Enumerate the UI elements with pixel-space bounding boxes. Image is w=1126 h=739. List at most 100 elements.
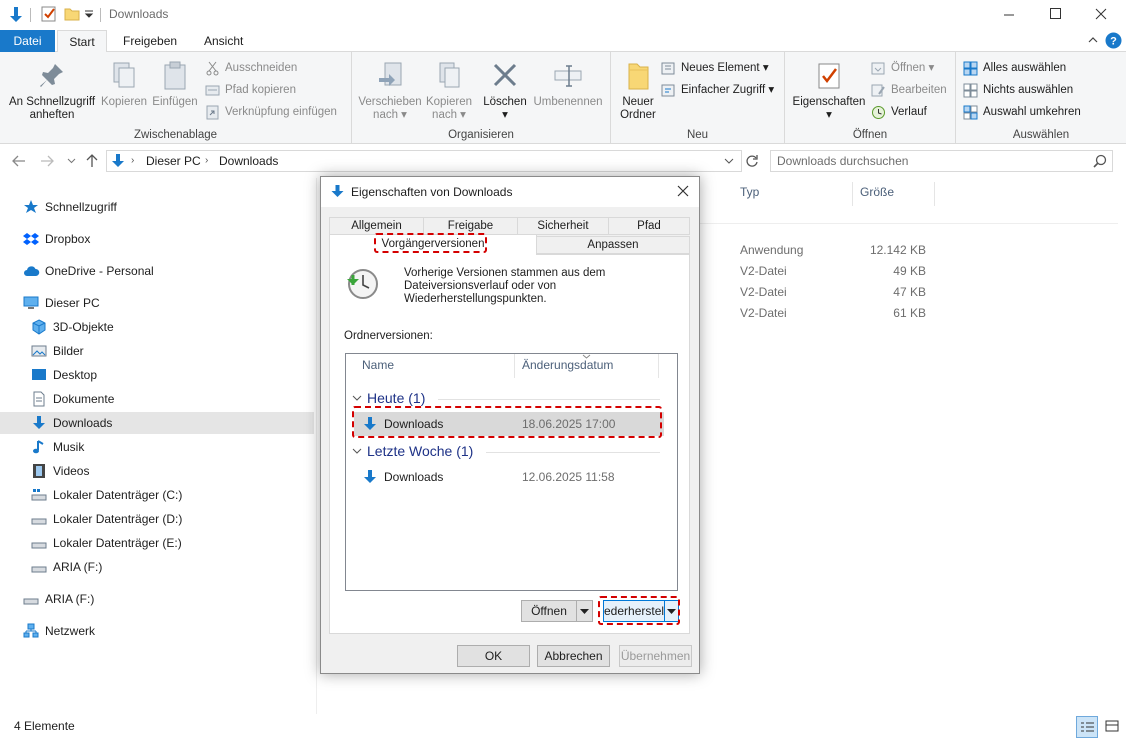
music-note-icon (31, 439, 47, 455)
back-arrow-icon[interactable] (12, 155, 26, 167)
column-header-type[interactable]: Typ (740, 178, 759, 206)
group-label-organize: Organisieren (448, 129, 514, 141)
delete-button[interactable]: Löschen ▾ (482, 60, 528, 122)
tab-start[interactable]: Start (57, 30, 107, 53)
copy-path-button[interactable]: Pfad kopieren (205, 80, 296, 100)
properties-quick-icon[interactable] (41, 6, 57, 22)
history-button[interactable]: Verlauf (871, 102, 927, 122)
column-header-name[interactable]: Name (362, 358, 394, 372)
maximize-button[interactable] (1032, 0, 1078, 30)
column-header-size[interactable]: Größe (860, 178, 894, 206)
forward-arrow-icon[interactable] (40, 155, 54, 167)
ribbon: An Schnellzugriff anheften Kopieren Einf… (0, 52, 1126, 144)
group-collapse-icon[interactable] (352, 394, 362, 402)
window-titlebar: Downloads (0, 0, 1126, 30)
new-item-button[interactable]: Neues Element ▾ (661, 58, 769, 78)
search-input[interactable]: Downloads durchsuchen (770, 150, 1113, 172)
column-separator (934, 182, 935, 206)
drive-icon (31, 511, 47, 527)
minimize-icon (1004, 14, 1014, 16)
group-collapse-icon[interactable] (352, 447, 362, 455)
invert-selection-button[interactable]: Auswahl umkehren (963, 102, 1081, 122)
tab-general[interactable]: Allgemein (329, 217, 424, 235)
tab-customize[interactable]: Anpassen (536, 236, 690, 254)
tab-file[interactable]: Datei (0, 30, 55, 52)
tab-previous-versions[interactable]: Vorgängerversionen (329, 234, 537, 255)
header-divider (700, 223, 1118, 224)
cancel-button[interactable]: Abbrechen (537, 645, 610, 667)
group-label-select: Auswählen (1012, 129, 1070, 141)
dialog-close-icon[interactable] (677, 185, 689, 197)
paste-shortcut-button[interactable]: Verknüpfung einfügen (205, 102, 337, 122)
tab-path[interactable]: Pfad (608, 217, 690, 235)
network-icon (23, 623, 39, 639)
tab-view[interactable]: Ansicht (192, 30, 255, 52)
tab-security[interactable]: Sicherheit (517, 217, 609, 235)
version-row-today[interactable]: Downloads 18.06.2025 17:00 (354, 412, 664, 436)
ok-button[interactable]: OK (457, 645, 530, 667)
navigation-row: › Dieser PC › Downloads Downloads durchs… (0, 148, 1126, 176)
breadcrumb-chevron-icon: › (205, 155, 209, 166)
group-select: Alles auswählen Nichts auswählen Auswahl… (956, 52, 1126, 144)
open-version-dropdown[interactable] (576, 600, 593, 622)
group-header-today[interactable]: Heute (1) (367, 388, 425, 408)
close-icon (1095, 8, 1107, 20)
group-divider (438, 399, 660, 400)
dialog-title: Eigenschaften von Downloads (351, 185, 513, 199)
copy-to-button[interactable]: Kopieren nach ▾ (424, 60, 474, 122)
version-row-last-week[interactable]: Downloads 12.06.2025 11:58 (354, 465, 664, 489)
paste-button[interactable]: Einfügen (149, 60, 201, 109)
open-button[interactable]: Öffnen ▾ (871, 58, 934, 78)
open-version-button[interactable]: Öffnen (521, 600, 577, 622)
select-all-button[interactable]: Alles auswählen (963, 58, 1066, 78)
delete-icon (493, 63, 517, 87)
cut-button[interactable]: Ausschneiden (205, 58, 297, 78)
tab-sharing[interactable]: Freigabe (423, 217, 518, 235)
recent-locations-icon[interactable] (67, 157, 76, 165)
group-header-last-week[interactable]: Letzte Woche (1) (367, 441, 473, 461)
select-none-button[interactable]: Nichts auswählen (963, 80, 1073, 100)
minimize-button[interactable] (986, 0, 1032, 30)
column-separator (852, 182, 853, 206)
up-arrow-icon[interactable] (86, 154, 98, 168)
file-type-cell: V2-Datei (740, 264, 787, 278)
restore-dropdown[interactable] (664, 600, 679, 622)
dropdown-arrow-icon (667, 609, 676, 614)
large-icons-view-button[interactable] (1102, 716, 1124, 738)
new-folder-quick-icon[interactable] (64, 6, 80, 22)
file-size-cell: 12.142 KB (869, 243, 926, 257)
properties-button[interactable]: Eigenschaften ▾ (789, 60, 869, 122)
scissors-icon (205, 61, 220, 76)
rename-icon (554, 65, 582, 87)
edit-button[interactable]: Bearbeiten (871, 80, 947, 100)
video-icon (31, 463, 47, 479)
copy-button[interactable]: Kopieren (98, 60, 150, 109)
close-button[interactable] (1078, 0, 1124, 30)
help-icon[interactable]: ? (1105, 32, 1122, 49)
easy-access-button[interactable]: Einfacher Zugriff ▾ (661, 80, 774, 100)
breadcrumb-this-pc[interactable]: Dieser PC (146, 154, 201, 168)
folder-versions-label: Ordnerversionen: (344, 330, 433, 342)
group-organize: Verschieben nach ▾ Kopieren nach ▾ Lösch… (352, 52, 611, 144)
cube-icon (31, 319, 47, 335)
address-dropdown-icon[interactable] (724, 157, 734, 165)
breadcrumb-downloads[interactable]: Downloads (219, 154, 278, 168)
tab-share[interactable]: Freigeben (111, 30, 189, 52)
collapse-ribbon-icon[interactable] (1087, 35, 1099, 45)
new-folder-button[interactable]: Neuer Ordner (615, 60, 661, 122)
column-header-date[interactable]: Änderungsdatum (522, 358, 613, 372)
restore-button[interactable]: ederherstell (603, 600, 667, 622)
move-to-button[interactable]: Verschieben nach ▾ (356, 60, 424, 122)
refresh-icon[interactable] (745, 154, 759, 168)
pin-quick-access-button[interactable]: An Schnellzugriff anheften (4, 60, 100, 122)
copy-path-icon (205, 83, 220, 98)
sort-indicator-icon (582, 354, 591, 359)
maximize-icon (1050, 8, 1061, 19)
address-bar[interactable]: › Dieser PC › Downloads (106, 150, 742, 172)
details-view-button[interactable] (1076, 716, 1098, 738)
versions-listbox[interactable]: Name Änderungsdatum Heute (1) Downloads … (345, 353, 678, 591)
rename-button[interactable]: Umbenennen (530, 60, 606, 109)
download-arrow-icon (31, 415, 47, 431)
apply-button[interactable]: Übernehmen (619, 645, 692, 667)
customize-quick-access-icon[interactable] (84, 10, 94, 20)
